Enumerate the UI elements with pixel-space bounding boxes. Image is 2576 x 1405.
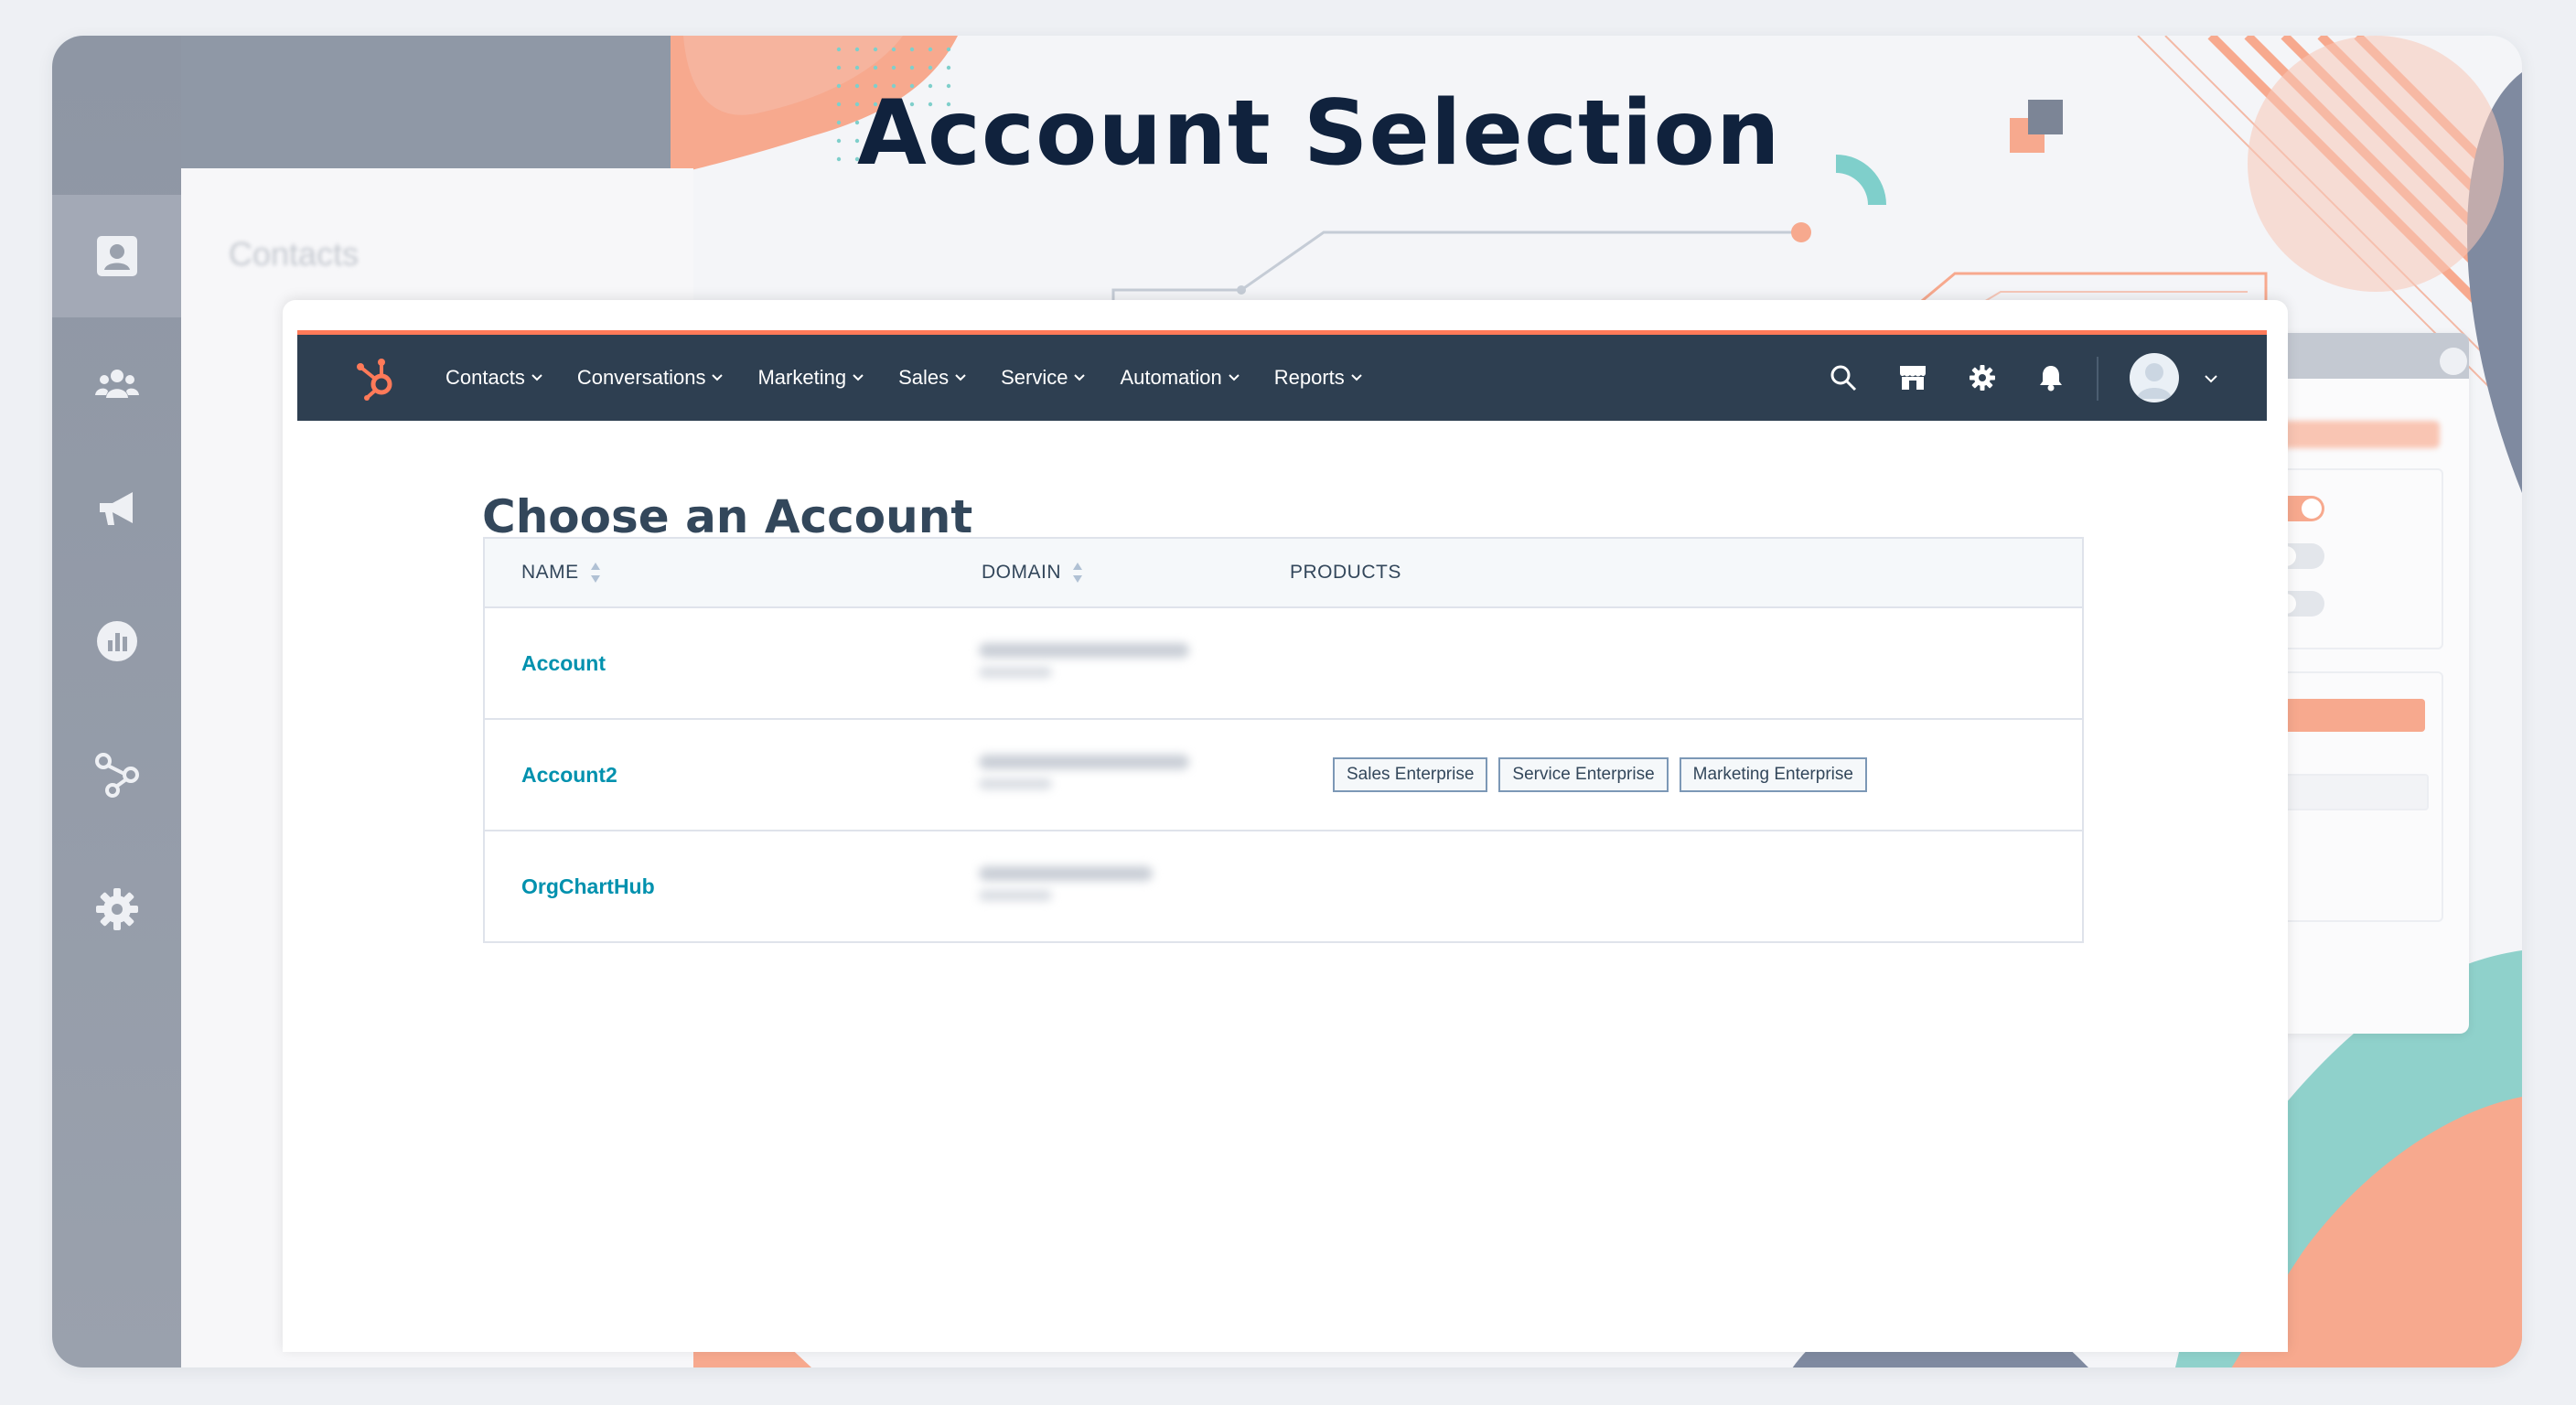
table-row[interactable]: OrgChartHub [485,831,2082,941]
workflow-icon [94,753,139,798]
chevron-down-icon[interactable] [2205,375,2217,383]
column-label: DOMAIN [982,562,1061,583]
nav-automation[interactable]: Automation [1120,366,1240,390]
orange-button-shape [2273,699,2425,732]
nav-service[interactable]: Service [1001,366,1086,390]
nav-contacts[interactable]: Contacts [445,366,542,390]
page-heading: Choose an Account [482,490,973,543]
rail-item-marketing [52,446,181,569]
nav-conversations[interactable]: Conversations [577,366,724,390]
blurred-domain [979,755,1189,769]
nav-label: Reports [1273,366,1345,389]
account-link[interactable]: Account [521,608,606,718]
marketplace-icon[interactable] [1897,362,1928,393]
user-avatar-icon [2137,363,2172,399]
table-header: NAME DOMAIN PRODUCTS [485,539,2082,608]
nav-label: Sales [898,366,950,389]
account-link[interactable]: Account2 [521,720,617,830]
chevron-down-icon [1229,374,1240,381]
rail-item-workflows [52,713,181,836]
nav-reports[interactable]: Reports [1274,366,1362,390]
nav-label: Marketing [757,366,847,389]
column-header-domain[interactable]: DOMAIN [982,539,1083,606]
notifications-bell-icon[interactable] [2035,362,2066,393]
blurred-domain-sub [979,890,1052,901]
nav-label: Contacts [445,366,525,389]
contact-icon [96,236,137,276]
chevron-down-icon [712,374,724,381]
reports-icon [96,621,137,661]
megaphone-icon [99,492,133,525]
accounts-table: NAME DOMAIN PRODUCTS Account Account2 Sa… [483,537,2084,943]
account-link[interactable]: OrgChartHub [521,831,655,941]
column-label: PRODUCTS [1290,562,1401,583]
product-tag: Sales Enterprise [1333,757,1488,792]
close-icon [2440,348,2467,375]
blurred-domain [979,643,1189,658]
slide-title: Account Selection [857,81,1781,186]
product-tags: Sales Enterprise Service Enterprise Mark… [1333,720,1878,830]
squares-decoration [2010,100,2063,153]
column-label: NAME [521,562,579,583]
nav-separator [2097,357,2098,401]
background-header-block [181,36,671,168]
rail-item-settings [52,848,181,971]
settings-gear-icon [95,888,138,930]
rail-item-teams [52,323,181,445]
chevron-down-icon [531,374,542,381]
product-tag: Service Enterprise [1498,757,1669,792]
background-contacts-label: Contacts [229,235,360,273]
nav-marketing[interactable]: Marketing [757,366,864,390]
rail-item-contacts [52,195,181,317]
table-row[interactable]: Account2 Sales Enterprise Service Enterp… [485,720,2082,831]
chevron-down-icon [853,374,864,381]
blurred-domain-sub [979,667,1052,678]
nav-sales[interactable]: Sales [898,366,966,390]
blurred-domain [979,866,1153,881]
blurred-domain-sub [979,778,1052,789]
product-tag: Marketing Enterprise [1679,757,1867,792]
avatar[interactable] [2130,353,2179,402]
nav-label: Service [1001,366,1068,389]
chevron-down-icon [955,374,966,381]
chevron-down-icon [1074,374,1086,381]
chevron-down-icon [1351,374,1362,381]
nav-label: Automation [1120,366,1222,389]
input-shape [2273,774,2429,810]
hubspot-sprocket-icon[interactable] [356,357,398,401]
sort-icon [590,563,600,583]
team-icon [94,370,139,398]
column-header-name[interactable]: NAME [521,539,601,606]
search-icon[interactable] [1828,362,1859,393]
column-header-products: PRODUCTS [1290,539,1401,606]
nav-label: Conversations [576,366,706,389]
settings-icon[interactable] [1967,362,1998,393]
top-navbar: Contacts Conversations Marketing Sales S… [297,330,2267,421]
sort-icon [1073,563,1082,583]
nav-menu: Contacts Conversations Marketing Sales S… [445,335,1397,421]
rail-item-reports [52,580,181,702]
slide-card: Contacts Account Selection Contacts Conv… [52,36,2522,1367]
table-row[interactable]: Account [485,608,2082,720]
teal-arc-decoration [1836,155,1886,205]
background-sidebar [52,36,181,1367]
